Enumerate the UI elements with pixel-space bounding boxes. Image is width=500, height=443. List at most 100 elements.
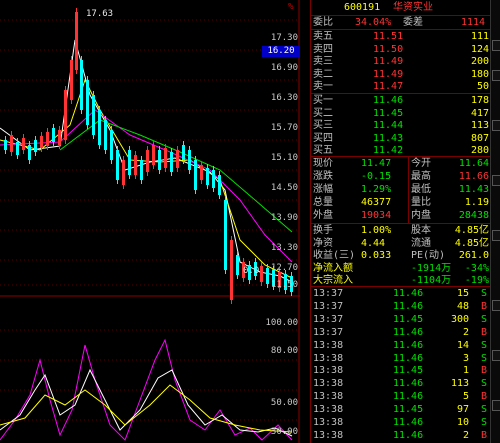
trade-price: 11.45 <box>393 365 424 377</box>
ask-row: 卖五 11.51 111 <box>311 30 491 43</box>
trade-volume: 10 <box>456 417 469 428</box>
stock-code: 600191 <box>344 2 381 13</box>
trade-time: 13:37 <box>313 288 344 299</box>
trade-time: 13:38 <box>313 339 344 351</box>
quote-row: 涨幅 1.29% 最低 11.43 <box>311 183 491 196</box>
quote-value: 11.47 <box>361 158 392 169</box>
trade-price: 11.46 <box>393 429 424 441</box>
quote-value: -0.15 <box>361 171 392 182</box>
trade-direction: B <box>480 365 487 377</box>
tool-button[interactable] <box>492 350 500 361</box>
quote-label: 内盘 <box>411 210 431 221</box>
ma20-line <box>0 109 293 263</box>
trade-price: 11.45 <box>393 313 424 325</box>
trade-row: 13:38 11.46 10 S <box>311 416 491 429</box>
quote-value: 46377 <box>361 197 392 208</box>
price-axis-label: 17.30 <box>270 33 298 43</box>
ask-label: 卖二 <box>313 68 333 80</box>
bid-row: 买一 11.46 178 <box>311 94 491 107</box>
tool-button[interactable] <box>492 70 500 81</box>
ask-label: 卖五 <box>313 31 333 42</box>
quote-row: 总量 46377 量比 1.19 <box>311 196 491 209</box>
bid-volume: 807 <box>470 132 489 144</box>
trade-price: 11.46 <box>393 339 424 351</box>
trade-row: 13:38 11.46 14 S <box>311 339 491 352</box>
stock-header[interactable]: 600191 华资实业 <box>311 1 491 14</box>
bid-price: 11.46 <box>373 95 404 106</box>
stats-row: 净资 4.44 流通 4.85亿 <box>311 237 491 250</box>
trade-row: 13:37 11.46 2 B <box>311 326 491 339</box>
trade-row: 13:37 11.45 300 S <box>311 313 491 326</box>
candle-body <box>92 95 95 135</box>
tool-button[interactable] <box>492 175 500 186</box>
ask-volume: 180 <box>470 68 489 80</box>
tool-button[interactable] <box>492 230 500 241</box>
bid-row: 买三 11.44 113 <box>311 119 491 132</box>
bid-label: 买四 <box>313 132 333 144</box>
candle-body <box>34 140 37 152</box>
stats-label: 股本 <box>411 225 431 236</box>
indicator-d-line <box>0 384 293 433</box>
trade-volume: 14 <box>456 339 469 351</box>
ask-volume: 111 <box>470 31 489 42</box>
candle-body <box>40 136 43 148</box>
trade-direction: S <box>480 339 487 351</box>
price-axis-label: 16.30 <box>270 93 298 103</box>
kline-canvas[interactable] <box>0 0 300 443</box>
quote-label: 涨幅 <box>313 184 333 195</box>
trade-time: 13:38 <box>313 365 344 377</box>
ask-row: 卖一 11.47 50 <box>311 80 491 93</box>
stock-name: 华资实业 <box>393 2 433 13</box>
price-axis-label: 16.90 <box>270 63 298 73</box>
tool-button[interactable] <box>492 300 500 311</box>
candle-body <box>146 150 149 172</box>
kline-chart[interactable]: 17.30 16.90 16.30 15.70 15.10 14.50 13.9… <box>0 0 300 443</box>
trade-direction: S <box>480 404 487 416</box>
tool-button[interactable] <box>492 120 500 131</box>
bid-label: 买三 <box>313 120 333 132</box>
candle-body <box>212 170 215 188</box>
candle-body <box>206 168 209 185</box>
indicator-k-line <box>0 368 293 437</box>
indicator-axis-label: 50.00 <box>270 398 298 408</box>
indicator-axis-label: 30.00 <box>270 427 298 437</box>
right-tool-strip[interactable] <box>490 0 500 443</box>
stats-value: 1.00% <box>361 225 392 236</box>
tool-button[interactable] <box>492 40 500 51</box>
bid-volume: 417 <box>470 107 489 119</box>
trade-time: 13:37 <box>313 326 344 338</box>
quote-value: 1.19 <box>464 197 489 208</box>
trade-price: 11.46 <box>393 326 424 338</box>
trade-price: 11.46 <box>393 352 424 364</box>
current-price-tag: 16.20 <box>262 46 300 57</box>
candle-body <box>164 148 167 168</box>
trade-row: 13:37 11.46 48 B <box>311 300 491 313</box>
candle-body <box>152 145 155 165</box>
trade-price: 11.46 <box>393 288 424 299</box>
price-axis-label: 13.30 <box>270 243 298 253</box>
candle-body <box>80 60 83 110</box>
stats-value: 4.85亿 <box>454 237 489 249</box>
trade-row: 13:38 11.46 2 B <box>311 429 491 442</box>
bid-row: 买四 11.43 807 <box>311 132 491 145</box>
ask-price: 11.49 <box>373 68 404 80</box>
trade-volume: 5 <box>462 391 469 403</box>
tool-button[interactable] <box>492 400 500 411</box>
trade-volume: 15 <box>456 288 469 299</box>
price-axis-label: 13.90 <box>270 213 298 223</box>
price-axis-label: 15.70 <box>270 123 298 133</box>
trade-direction: B <box>480 326 487 338</box>
trade-direction: S <box>480 417 487 428</box>
trade-time: 13:38 <box>313 404 344 416</box>
quote-label: 总量 <box>313 197 333 208</box>
high-price-marker: 17.63 <box>86 9 114 19</box>
quote-label: 最低 <box>411 184 431 195</box>
candle-body <box>16 142 19 155</box>
candle-body <box>64 90 67 140</box>
candle-body <box>176 150 179 168</box>
axis-corner-label: % <box>288 2 294 12</box>
candle-body <box>236 255 239 275</box>
ask-label: 卖三 <box>313 56 333 68</box>
ratio-label: 委比 <box>313 17 333 28</box>
bid-row: 买二 11.45 417 <box>311 107 491 120</box>
